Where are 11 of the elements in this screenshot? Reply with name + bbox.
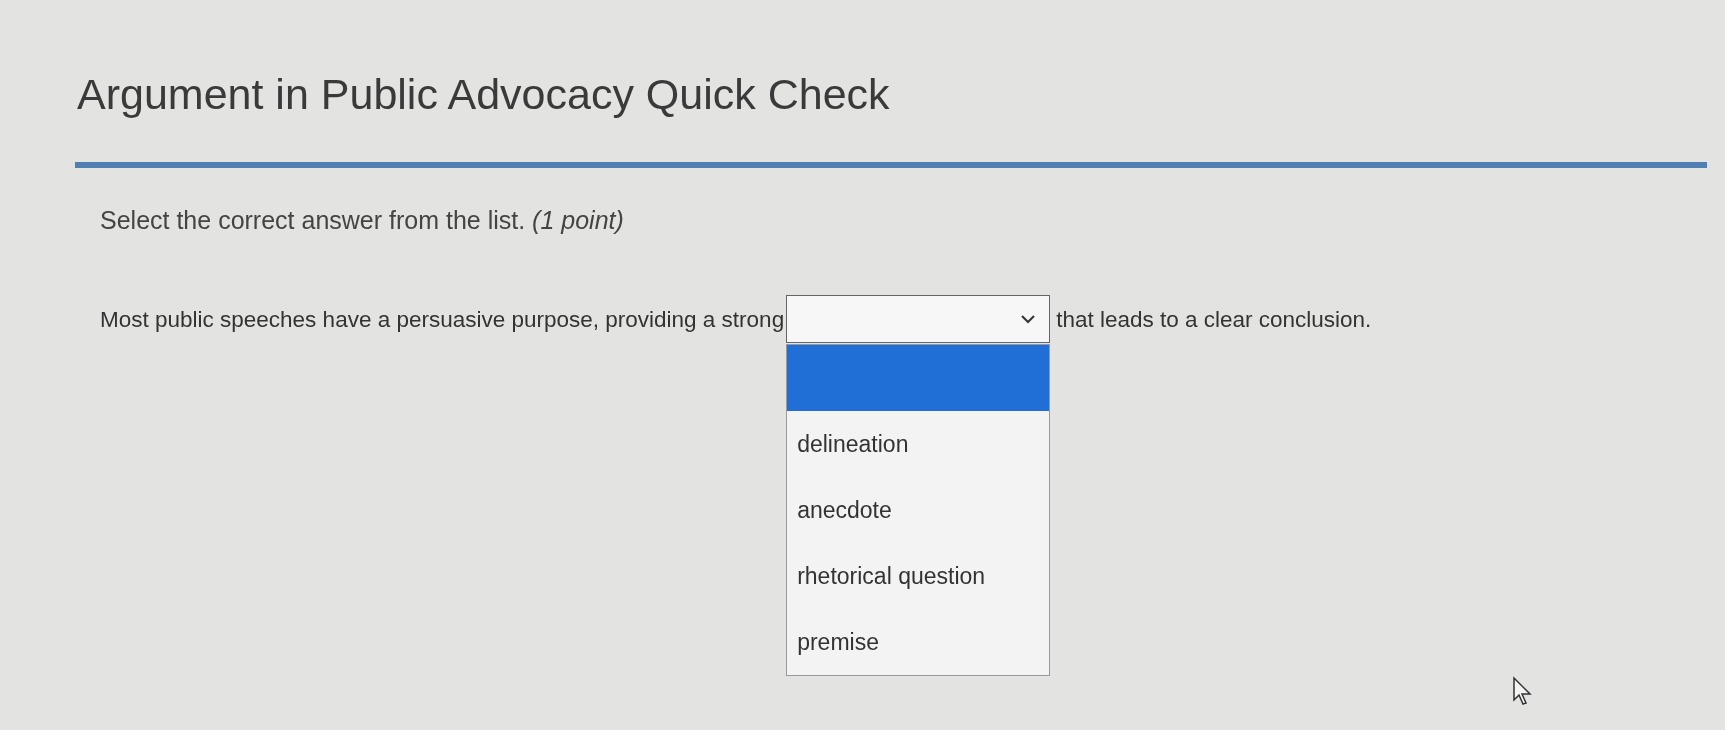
page-title: Argument in Public Advocacy Quick Check [77, 70, 891, 119]
question-text: that leads to a clear conclusion. [1056, 306, 1372, 333]
answer-dropdown[interactable] [786, 295, 1051, 343]
chevron-icon [1021, 314, 1036, 324]
dropdown-option[interactable]: rhetorical question [787, 543, 1050, 609]
instruction-text: Select the correct answer from the list. (1 point) [100, 206, 625, 235]
dropdown-option[interactable]: anecdote [787, 477, 1050, 543]
arrow-cursor-icon [1512, 676, 1534, 706]
question-text: Most public speeches have a persuasive purpose, providing a strong [100, 306, 785, 333]
dropdown-option[interactable]: premise [787, 609, 1050, 675]
dropdown-option[interactable]: delineation [787, 411, 1050, 477]
